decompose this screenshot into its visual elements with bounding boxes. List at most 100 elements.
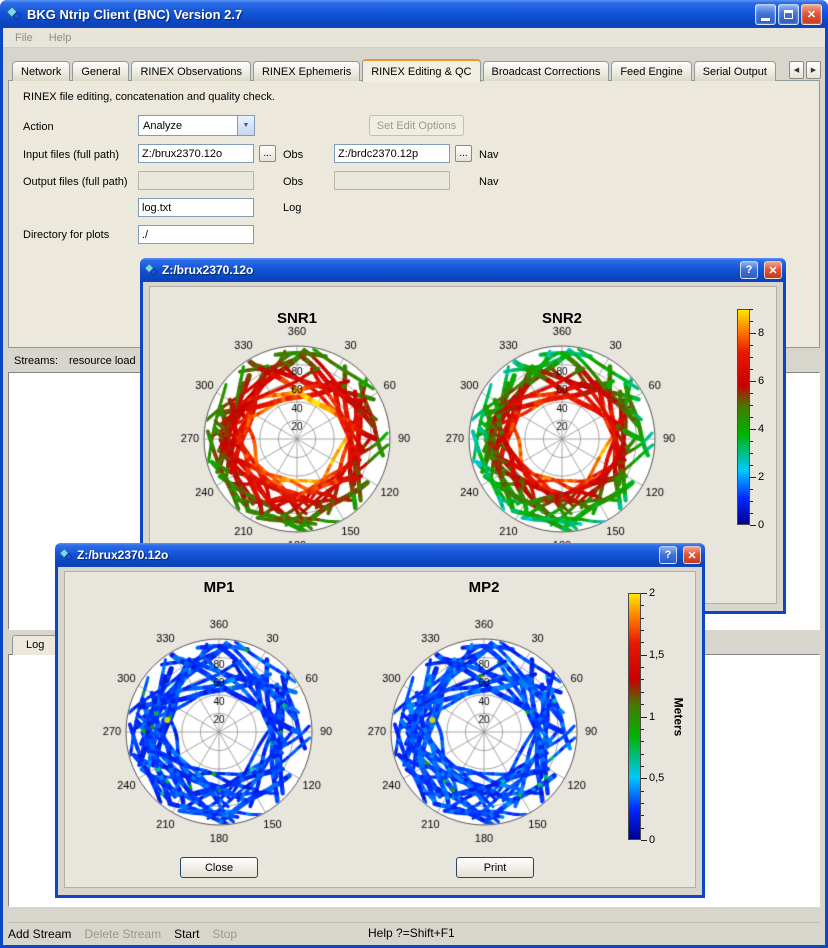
tab-rinex-editing-qc[interactable]: RINEX Editing & QC <box>362 59 480 82</box>
colorbar-minor-tick <box>750 513 753 514</box>
action-select[interactable]: Analyze ▼ <box>138 115 255 136</box>
mp-dialog-titlebar[interactable]: Z:/brux2370.12o ? ✕ <box>55 543 705 567</box>
tab-scroll-left-button[interactable]: ◀ <box>789 61 804 79</box>
mp-colorbar: 21,510,50 <box>628 593 672 840</box>
maximize-button[interactable] <box>778 4 799 25</box>
snr-dialog-close-button[interactable]: ✕ <box>764 261 782 279</box>
tab-broadcast-corrections[interactable]: Broadcast Corrections <box>483 61 610 81</box>
qc-description: RINEX file editing, concatenation and qu… <box>23 91 275 103</box>
close-button[interactable]: ✕ <box>801 4 822 25</box>
mp-dialog-content: MP1 MP2 21,510,50 Meters Close Print <box>58 567 702 895</box>
menu-bar: FileHelp <box>3 28 825 48</box>
colorbar-minor-tick <box>641 642 644 643</box>
colorbar-minor-tick <box>641 766 644 767</box>
output-nav-field[interactable] <box>334 171 450 190</box>
action-value: Analyze <box>139 120 237 132</box>
colorbar-tick-label: 0,5 <box>649 772 664 784</box>
colorbar-tick-label: 0 <box>758 519 764 531</box>
colorbar-minor-tick <box>641 704 644 705</box>
mp-axis-title: Meters <box>670 593 686 840</box>
window-titlebar[interactable]: BKG Ntrip Client (BNC) Version 2.7 ✕ <box>0 0 828 28</box>
colorbar-tick-label: 2 <box>649 587 655 599</box>
mp-dialog: Z:/brux2370.12o ? ✕ MP1 MP2 21,510,50 Me… <box>55 543 705 898</box>
colorbar-tick <box>750 525 756 526</box>
colorbar-tick-label: 8 <box>758 327 764 339</box>
help-hint: Help ?=Shift+F1 <box>368 926 455 940</box>
tab-general[interactable]: General <box>72 61 129 81</box>
browse-obs-button[interactable]: ... <box>259 145 276 162</box>
menu-item-file[interactable]: File <box>7 30 41 46</box>
colorbar-tick-label: 6 <box>758 375 764 387</box>
mp-print-button[interactable]: Print <box>456 857 534 878</box>
colorbar-tick <box>750 477 756 478</box>
colorbar-tick-label: 1 <box>649 711 655 723</box>
colorbar-minor-tick <box>641 741 644 742</box>
dialog-icon <box>59 548 73 562</box>
tab-feed-engine[interactable]: Feed Engine <box>611 61 691 81</box>
action-label: Action <box>23 121 54 133</box>
colorbar-tick <box>750 333 756 334</box>
tab-rinex-observations[interactable]: RINEX Observations <box>131 61 250 81</box>
tab-serial-output[interactable]: Serial Output <box>694 61 776 81</box>
snr-dialog-titlebar[interactable]: Z:/brux2370.12o ? ✕ <box>140 258 786 282</box>
input-obs-field[interactable] <box>138 144 254 163</box>
output-files-label: Output files (full path) <box>23 176 128 188</box>
colorbar-minor-tick <box>750 417 753 418</box>
set-edit-options-button[interactable]: Set Edit Options <box>369 115 464 136</box>
browse-nav-button[interactable]: ... <box>455 145 472 162</box>
minimize-icon <box>761 18 770 21</box>
nav-label-input: Nav <box>479 149 499 161</box>
colorbar-gradient <box>628 593 641 840</box>
mp1-title: MP1 <box>94 579 344 596</box>
colorbar-gradient <box>737 309 750 525</box>
tab-log[interactable]: Log <box>12 635 58 655</box>
colorbar-minor-tick <box>750 369 753 370</box>
snr1-skyplot <box>172 314 422 564</box>
window-title: BKG Ntrip Client (BNC) Version 2.7 <box>27 7 750 22</box>
colorbar-minor-tick <box>750 453 753 454</box>
colorbar-minor-tick <box>750 405 753 406</box>
colorbar-minor-tick <box>641 667 644 668</box>
log-label: Log <box>283 202 301 214</box>
log-file-field[interactable] <box>138 198 254 217</box>
tab-rinex-ephemeris[interactable]: RINEX Ephemeris <box>253 61 360 81</box>
snr-dialog-help-button[interactable]: ? <box>740 261 758 279</box>
obs-label-input: Obs <box>283 149 303 161</box>
streams-label: Streams: <box>14 355 58 367</box>
dropdown-arrow-icon[interactable]: ▼ <box>237 116 254 135</box>
mp-close-button[interactable]: Close <box>180 857 258 878</box>
bnc-main-window: BKG Ntrip Client (BNC) Version 2.7 ✕ Fil… <box>0 0 828 948</box>
obs-label-output: Obs <box>283 176 303 188</box>
dialog-icon <box>144 263 158 277</box>
stop-button[interactable]: Stop <box>212 927 237 941</box>
colorbar-tick <box>641 840 647 841</box>
colorbar-minor-tick <box>750 465 753 466</box>
mp-dialog-title: Z:/brux2370.12o <box>77 548 653 562</box>
tab-scroll-right-button[interactable]: ▶ <box>806 61 821 79</box>
tab-network[interactable]: Network <box>12 61 70 81</box>
add-stream-button[interactable]: Add Stream <box>8 927 71 941</box>
colorbar-minor-tick <box>641 815 644 816</box>
mp-dialog-help-button[interactable]: ? <box>659 546 677 564</box>
start-button[interactable]: Start <box>174 927 199 941</box>
maximize-icon <box>784 10 793 19</box>
streams-status: resource load <box>69 355 136 367</box>
colorbar-tick-label: 4 <box>758 423 764 435</box>
colorbar-tick <box>750 381 756 382</box>
output-obs-field[interactable] <box>138 171 254 190</box>
colorbar-tick-label: 1,5 <box>649 649 664 661</box>
input-nav-field[interactable] <box>334 144 450 163</box>
delete-stream-button[interactable]: Delete Stream <box>84 927 161 941</box>
plot-dir-field[interactable] <box>138 225 254 244</box>
plot-dir-label: Directory for plots <box>23 229 109 241</box>
colorbar-minor-tick <box>750 345 753 346</box>
snr2-skyplot <box>437 314 687 564</box>
colorbar-minor-tick <box>641 754 644 755</box>
colorbar-tick <box>641 717 647 718</box>
mp-dialog-close-button[interactable]: ✕ <box>683 546 701 564</box>
snr-colorbar: 86420 <box>737 309 781 525</box>
menu-item-help[interactable]: Help <box>41 30 80 46</box>
minimize-button[interactable] <box>755 4 776 25</box>
snr-dialog-title: Z:/brux2370.12o <box>162 263 734 277</box>
mp2-title: MP2 <box>359 579 609 596</box>
